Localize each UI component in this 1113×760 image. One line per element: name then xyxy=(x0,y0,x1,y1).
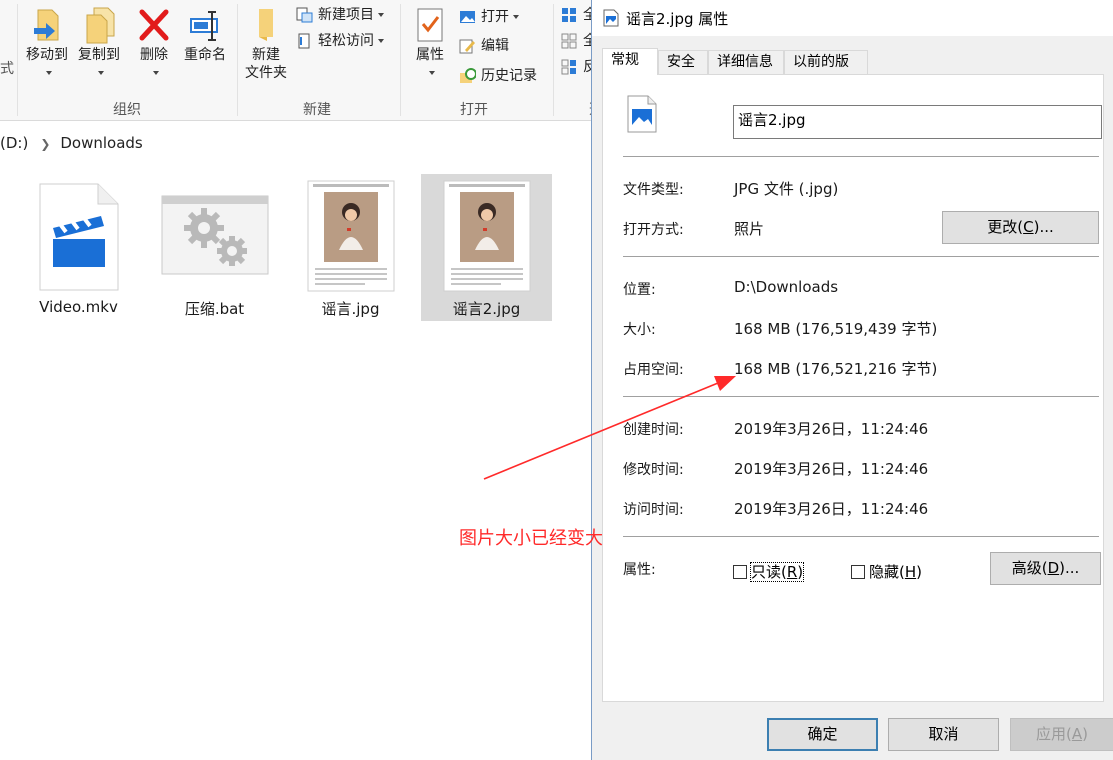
tab-general[interactable]: 常规 xyxy=(602,48,658,75)
annotation-arrow xyxy=(483,376,736,480)
annotation-text: 图片大小已经变大 xyxy=(459,528,603,549)
screen: 式 移动到 复制到 删除 重命名 组织 新建 文件夹 新建项目 轻松访问 新建 … xyxy=(0,0,1113,760)
